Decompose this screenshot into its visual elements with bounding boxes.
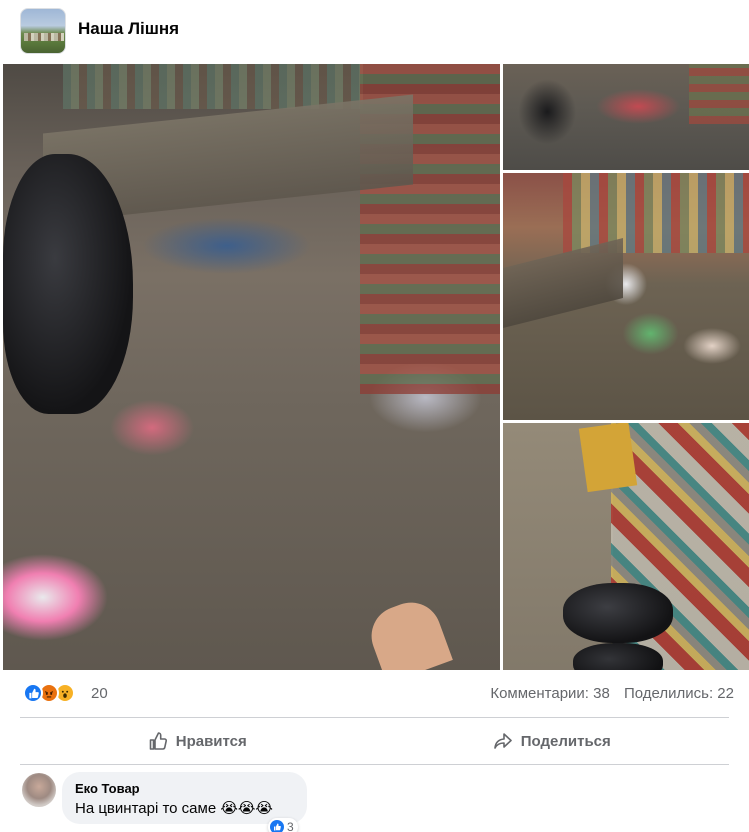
post-header: Наша Лішня bbox=[0, 0, 749, 62]
photo-bottom-right[interactable] bbox=[503, 423, 749, 670]
divider bbox=[20, 764, 729, 765]
share-button[interactable]: Поделиться bbox=[375, 718, 730, 764]
photo-main[interactable] bbox=[3, 64, 500, 670]
group-name[interactable]: Наша Лішня bbox=[78, 19, 179, 39]
post-photo-grid bbox=[3, 64, 749, 670]
group-avatar[interactable] bbox=[20, 8, 66, 54]
photo-arm bbox=[363, 594, 453, 670]
post-stats: 20 Комментарии: 38 Поделились: 22 bbox=[0, 672, 749, 716]
photo-trash-bag bbox=[563, 583, 673, 643]
photo-wall bbox=[689, 64, 749, 124]
comment-author[interactable]: Еко Товар bbox=[75, 781, 140, 796]
photo-wall-top bbox=[63, 64, 363, 109]
photo-trash-bag bbox=[3, 154, 133, 414]
comment-bubble: Еко Товар На цвинтарі то саме 😭😭😭 bbox=[62, 772, 307, 824]
like-button[interactable]: Нравится bbox=[20, 718, 375, 764]
comment-reaction-count: 3 bbox=[287, 820, 294, 832]
avatar[interactable] bbox=[22, 773, 56, 807]
thumbs-up-icon bbox=[149, 732, 167, 750]
comments-count[interactable]: Комментарии: 38 bbox=[490, 685, 610, 702]
comment-text: На цвинтарі то саме 😭😭😭 bbox=[75, 800, 273, 817]
photo-top-right[interactable] bbox=[503, 64, 749, 170]
post-counters: Комментарии: 38 Поделились: 22 bbox=[490, 685, 734, 702]
avatar-village-image bbox=[24, 33, 64, 41]
comment-reactions[interactable]: 3 bbox=[268, 818, 298, 832]
shares-count[interactable]: Поделились: 22 bbox=[624, 685, 734, 702]
like-icon bbox=[23, 683, 43, 703]
post-actions: Нравится Поделиться bbox=[20, 718, 729, 764]
like-label: Нравится bbox=[175, 732, 247, 750]
reaction-count[interactable]: 20 bbox=[91, 685, 108, 702]
photo-trash-bag bbox=[573, 643, 663, 670]
share-label: Поделиться bbox=[520, 732, 611, 750]
photo-middle-right[interactable] bbox=[503, 173, 749, 420]
comment: Еко Товар На цвинтарі то саме 😭😭😭 3 bbox=[20, 772, 740, 832]
photo-mosaic-wall bbox=[563, 173, 749, 253]
share-arrow-icon bbox=[493, 733, 512, 749]
like-icon bbox=[270, 820, 284, 832]
photo-box bbox=[578, 423, 638, 493]
